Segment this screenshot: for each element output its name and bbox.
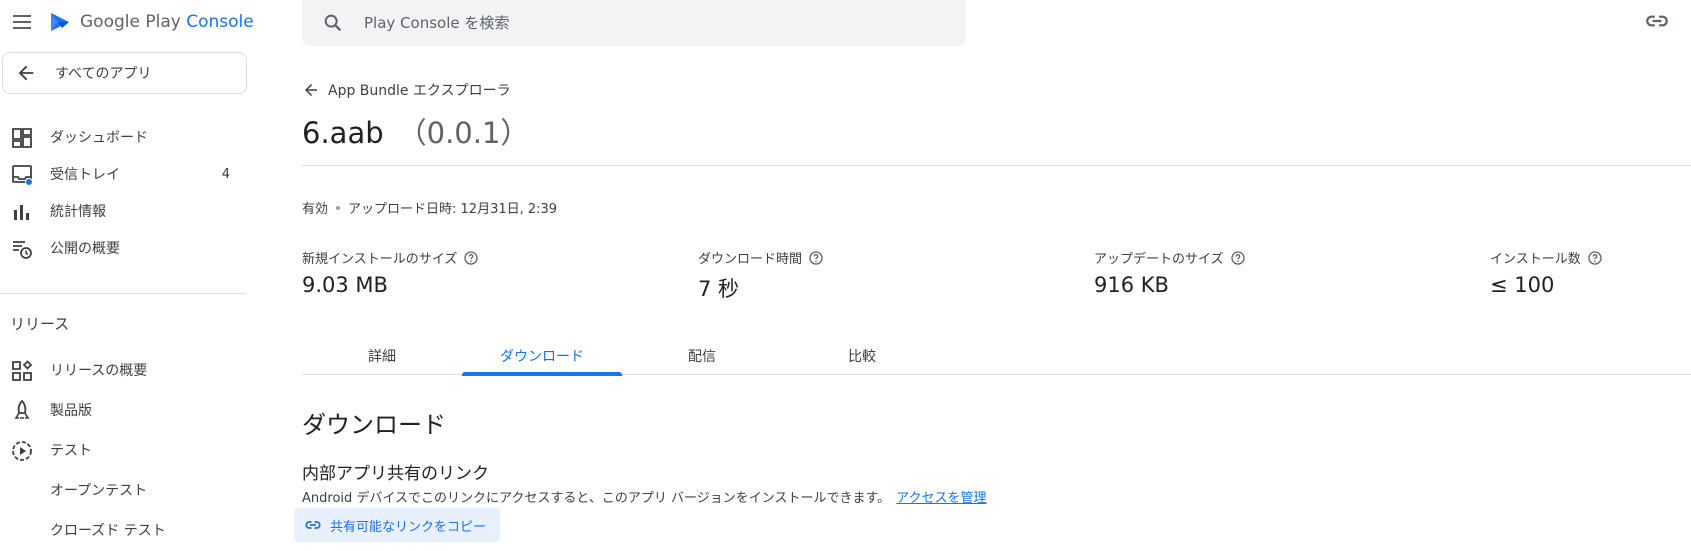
brand-logo-link[interactable]: Google Play Console <box>48 7 254 37</box>
stat-new-install-size: 新規インストールのサイズ 9.03 MB <box>302 248 479 297</box>
sidebar-item-closed-testing[interactable]: クローズド テスト <box>0 512 246 548</box>
sidebar-item-publishing-overview[interactable]: 公開の概要 <box>0 230 246 266</box>
stat-update-size: アップデートのサイズ 916 KB <box>1094 248 1246 297</box>
sidebar-item-label: 統計情報 <box>50 204 106 220</box>
stat-label: 新規インストールのサイズ <box>302 252 458 267</box>
sidebar-divider <box>0 293 246 294</box>
sidebar-item-label: リリースの概要 <box>50 363 148 379</box>
sharing-description: Android デバイスでこのリンクにアクセスすると、このアプリ バージョンをイ… <box>302 487 987 506</box>
stat-download-time: ダウンロード時間 7 秒 <box>698 248 824 303</box>
sidebar-item-label: 公開の概要 <box>50 241 120 257</box>
sidebar-item-dashboard[interactable]: ダッシュボード <box>0 119 246 155</box>
stat-label: インストール数 <box>1490 252 1581 267</box>
section-title: ダウンロード <box>302 411 446 439</box>
inbox-icon <box>12 165 33 186</box>
stat-label: アップデートのサイズ <box>1094 252 1224 267</box>
sidebar-section-release: リリース <box>10 315 70 333</box>
sidebar: Google Play Console すべてのアプリ ダッシュボード 受信トレ… <box>0 0 254 551</box>
testing-icon <box>12 441 32 461</box>
upload-date: アップロード日時: 12月31日, 2:39 <box>348 202 558 217</box>
manage-access-link[interactable]: アクセスを管理 <box>896 491 986 506</box>
bar-chart-icon <box>14 205 29 220</box>
sidebar-item-production[interactable]: 製品版 <box>0 392 246 428</box>
description-text: Android デバイスでこのリンクにアクセスすると、このアプリ バージョンをイ… <box>302 491 891 506</box>
sidebar-item-label: 受信トレイ <box>50 167 120 183</box>
tab-bar: 詳細 ダウンロード 配信 比較 <box>302 337 1691 376</box>
release-overview-icon <box>12 360 33 381</box>
arrow-back-icon <box>305 84 317 96</box>
menu-icon[interactable] <box>10 10 34 34</box>
page-title: 6.aab （0.0.1） <box>302 110 529 152</box>
stat-value: ≤ 100 <box>1490 273 1555 297</box>
help-icon[interactable] <box>1587 250 1603 266</box>
breadcrumb-back-link[interactable]: App Bundle エクスプローラ <box>302 80 511 100</box>
sidebar-item-label: ダッシュボード <box>50 130 148 146</box>
help-icon[interactable] <box>1230 250 1246 266</box>
sidebar-item-statistics[interactable]: 統計情報 <box>0 193 246 229</box>
sidebar-item-label: 製品版 <box>50 403 92 419</box>
sidebar-item-label: テスト <box>50 443 92 459</box>
stat-value: 7 秒 <box>698 277 740 301</box>
play-console-logo-icon <box>51 13 69 31</box>
arrow-back-icon <box>18 65 34 81</box>
brand-name: Google Play Console <box>80 12 254 32</box>
tab-compare[interactable]: 比較 <box>782 337 942 375</box>
dashboard-icon <box>12 128 32 148</box>
sidebar-item-label: オープンテスト <box>50 483 148 499</box>
stat-install-count: インストール数 ≤ 100 <box>1490 248 1603 297</box>
help-icon[interactable] <box>463 250 479 266</box>
inbox-count-badge: 4 <box>221 166 230 182</box>
subsection-title: 内部アプリ共有のリンク <box>302 464 489 484</box>
bundle-status-line: 有効 アップロード日時: 12月31日, 2:39 <box>302 198 557 217</box>
sidebar-item-label: クローズド テスト <box>50 523 166 539</box>
main-content: App Bundle エクスプローラ 6.aab （0.0.1） 有効 アップロ… <box>294 0 1691 551</box>
stat-value: 9.03 MB <box>302 273 388 297</box>
title-divider <box>302 165 1691 166</box>
publishing-overview-icon <box>13 241 32 259</box>
bundle-name: 6.aab <box>302 116 384 150</box>
link-icon <box>305 521 321 529</box>
status-label: 有効 <box>302 202 329 217</box>
all-apps-label: すべてのアプリ <box>55 66 152 82</box>
copy-button-label: 共有可能なリンクをコピー <box>330 518 487 534</box>
production-icon <box>14 399 30 419</box>
help-icon[interactable] <box>808 250 824 266</box>
sidebar-item-release-overview[interactable]: リリースの概要 <box>0 352 246 388</box>
tab-downloads[interactable]: ダウンロード <box>462 337 622 376</box>
all-apps-button[interactable]: すべてのアプリ <box>2 52 247 94</box>
tab-delivery[interactable]: 配信 <box>622 337 782 375</box>
sidebar-item-inbox[interactable]: 受信トレイ 4 <box>0 156 246 192</box>
sidebar-item-open-testing[interactable]: オープンテスト <box>0 472 246 508</box>
stat-label: ダウンロード時間 <box>698 252 803 267</box>
tab-details[interactable]: 詳細 <box>302 337 462 375</box>
separator-dot <box>336 205 341 210</box>
bundle-version: （0.0.1） <box>397 116 530 150</box>
sidebar-item-testing[interactable]: テスト <box>0 432 246 468</box>
breadcrumb-label: App Bundle エクスプローラ <box>328 83 511 99</box>
stat-value: 916 KB <box>1094 273 1169 297</box>
copy-shareable-link-button[interactable]: 共有可能なリンクをコピー <box>294 508 501 542</box>
